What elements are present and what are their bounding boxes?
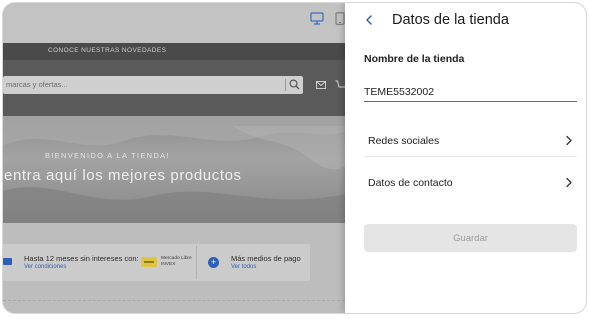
search-divider — [285, 79, 286, 91]
preview-search: marcas y ofertas... — [3, 76, 303, 94]
announcement-bar: CONOCE NUESTRAS NOVEDADES — [3, 43, 345, 60]
benefit-provider-sub: INVEX — [161, 262, 176, 267]
chevron-right-icon — [566, 135, 572, 146]
hero-welcome-text: BIENVENIDO A LA TIENDA! — [45, 151, 170, 160]
benefit-link: Ver todos — [231, 264, 257, 270]
desktop-icon[interactable] — [310, 12, 324, 25]
preview-toolbar — [3, 3, 345, 43]
store-name-input[interactable] — [364, 82, 577, 102]
payment-benefits-bar: Hasta 12 meses sin intereses con: Ver co… — [3, 244, 310, 281]
store-data-panel: Datos de la tienda Nombre de la tienda R… — [345, 3, 586, 313]
chevron-left-icon[interactable] — [363, 13, 375, 27]
search-icon — [289, 79, 300, 90]
nav-item-redes-sociales[interactable]: Redes sociales — [364, 120, 577, 160]
nav-item-datos-contacto[interactable]: Datos de contacto — [364, 162, 577, 202]
benefit-divider — [196, 246, 197, 279]
benefit-link: Ver condiciones — [24, 264, 67, 270]
search-placeholder: marcas y ofertas... — [6, 80, 68, 89]
panel-title: Datos de la tienda — [392, 12, 509, 28]
plus-icon: + — [208, 257, 219, 268]
section-divider — [3, 300, 345, 301]
store-name-label: Nombre de la tienda — [364, 53, 465, 65]
nav-item-label: Datos de contacto — [368, 177, 453, 189]
hero-banner: BIENVENIDO A LA TIENDA! entra aquí los m… — [3, 116, 345, 223]
benefit-title: Más medios de pago — [231, 254, 301, 263]
mail-icon — [316, 81, 326, 89]
save-button[interactable]: Guardar — [364, 224, 577, 252]
app-frame: CONOCE NUESTRAS NOVEDADES marcas y ofert… — [3, 3, 586, 313]
benefit-title: Hasta 12 meses sin intereses con: — [24, 254, 139, 263]
preview-header: marcas y ofertas... — [3, 60, 345, 116]
preview-lower-section: Hasta 12 meses sin intereses con: Ver co… — [3, 223, 345, 313]
card-icon — [3, 258, 12, 265]
nav-separator — [364, 156, 577, 157]
announcement-text: CONOCE NUESTRAS NOVEDADES — [48, 47, 167, 54]
hero-title: entra aquí los mejores productos — [4, 167, 242, 184]
mercado-pago-logo-mark — [144, 261, 154, 263]
store-preview: CONOCE NUESTRAS NOVEDADES marcas y ofert… — [3, 3, 345, 313]
nav-item-label: Redes sociales — [368, 135, 440, 147]
chevron-right-icon — [566, 177, 572, 188]
